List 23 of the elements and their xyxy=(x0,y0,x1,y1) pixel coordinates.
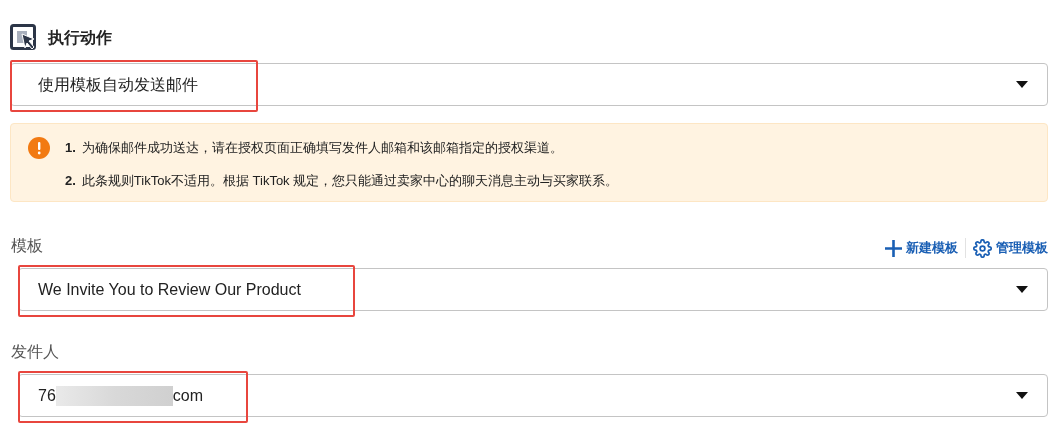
notice-text: 此条规则TikTok不适用。根据 TikTok 规定，您只能通过卖家中心的聊天消息主动与买家联系。 xyxy=(81,171,619,190)
caret-icon xyxy=(1016,392,1028,399)
select-value: 使用模板自动发送邮件 xyxy=(38,74,198,95)
template-select[interactable]: We Invite You to Review Our Product xyxy=(18,268,1048,311)
settings-icon xyxy=(973,238,992,258)
caret-icon xyxy=(1016,286,1028,293)
sender-select[interactable]: 76 com xyxy=(18,374,1048,417)
select-value: We Invite You to Review Our Product xyxy=(38,279,301,300)
plus-icon xyxy=(885,239,902,257)
select-value: 76 xyxy=(38,385,56,406)
field-label: 模板 xyxy=(11,236,43,256)
warning-icon xyxy=(28,137,50,159)
notice-text: 为确保邮件成功送达，请在授权页面正确填写发件人邮箱和该邮箱指定的授权渠道。 xyxy=(81,139,563,157)
cursor-icon xyxy=(10,24,38,52)
field-label: 发件人 xyxy=(11,343,59,360)
section-title: 执行动作 xyxy=(48,28,112,48)
caret-icon xyxy=(1016,81,1028,88)
select-value: com xyxy=(172,385,204,406)
manage-templates-link[interactable]: 管理模板 xyxy=(973,238,1048,258)
item-number: 1. xyxy=(65,139,76,157)
new-template-link[interactable]: 新建模板 xyxy=(885,238,958,258)
item-number: 2. xyxy=(65,171,76,190)
action-select[interactable]: 使用模板自动发送邮件 xyxy=(10,63,1048,106)
